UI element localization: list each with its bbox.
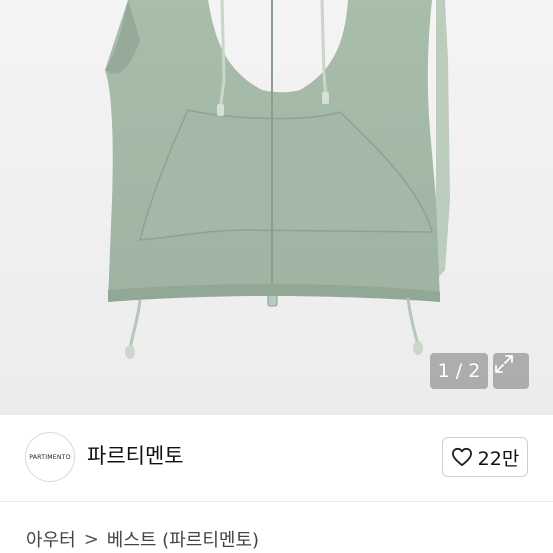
breadcrumb-category[interactable]: 아우터 <box>26 526 76 552</box>
divider <box>0 501 553 502</box>
vest-illustration <box>105 0 450 359</box>
expand-image-button[interactable] <box>493 353 529 389</box>
chevron-right-icon: > <box>83 528 99 550</box>
product-image[interactable]: 1 / 2 <box>0 0 553 414</box>
expand-arrows-icon <box>495 355 513 373</box>
shop-avatar[interactable]: PARTIMENTO <box>25 432 75 482</box>
like-button[interactable]: 22만 <box>442 437 528 477</box>
shop-logo-text: PARTIMENTO <box>29 453 71 461</box>
shop-name[interactable]: 파르티멘토 <box>87 440 184 470</box>
like-count: 22만 <box>477 447 520 470</box>
breadcrumb-subcategory[interactable]: 베스트 (파르티멘토) <box>107 526 259 552</box>
shop-info-row: PARTIMENTO 파르티멘토 22만 <box>0 415 553 501</box>
breadcrumb: 아우터 > 베스트 (파르티멘토) <box>26 526 259 552</box>
heart-outline-icon <box>451 447 472 467</box>
image-counter: 1 / 2 <box>430 353 488 389</box>
